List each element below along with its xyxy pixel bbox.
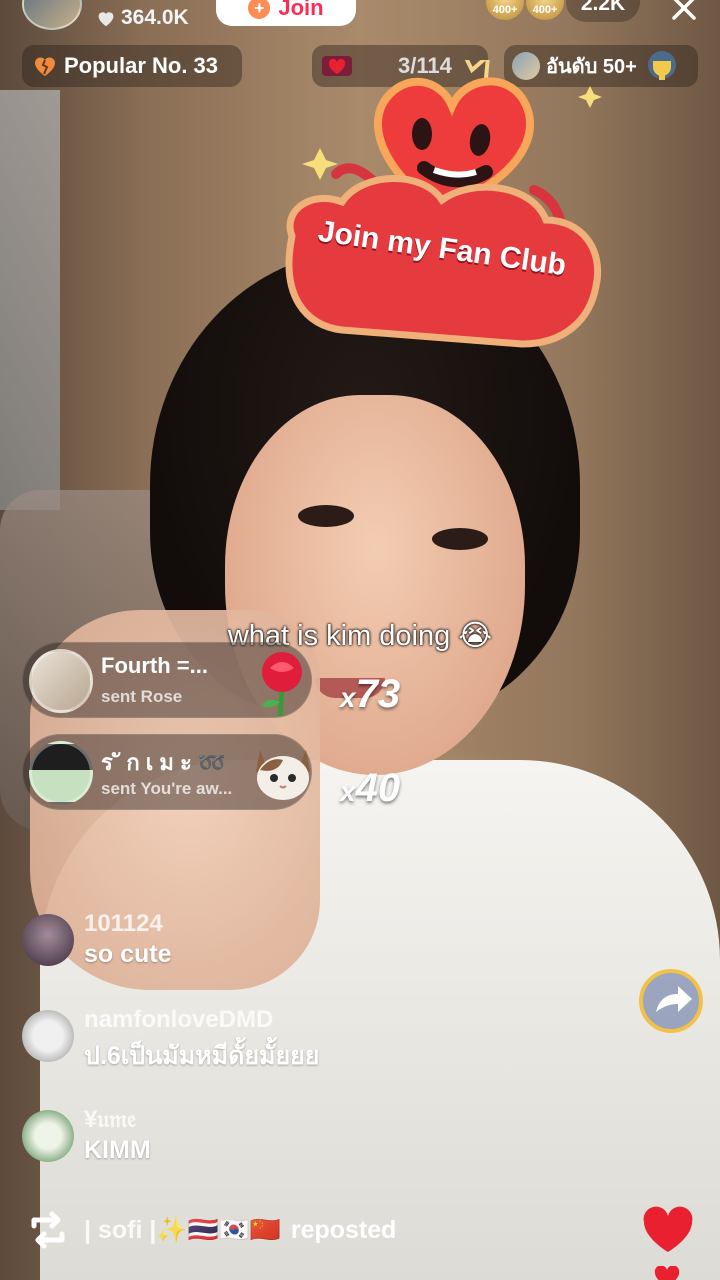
- repost-notice: | sofi |✨🇹🇭🇰🇷🇨🇳 reposted: [22, 1204, 396, 1256]
- close-icon[interactable]: [666, 0, 702, 26]
- likes-count: 364.0K: [121, 6, 189, 29]
- trophy-icon: [647, 51, 676, 80]
- live-stream-view: 364.0K + Join 400+ 400+ 2.2K Popular No.…: [0, 0, 720, 1280]
- top-gifter-badges[interactable]: 400+ 400+: [486, 0, 566, 20]
- chat-comment[interactable]: namfonloveDMD ป.6เป็นมัมหมีดั้ยมั้ยยย: [22, 1006, 442, 1070]
- popular-rank-pill[interactable]: Popular No. 33: [22, 45, 242, 87]
- commenter-name: 101124: [84, 910, 163, 937]
- gift-text: sent You're aw...: [101, 779, 233, 798]
- join-label: Join: [278, 0, 324, 20]
- cat-icon: [256, 750, 310, 800]
- commenter-avatar[interactable]: [22, 1010, 74, 1062]
- gifter-name: Fourth =...: [101, 653, 208, 678]
- repost-action: reposted: [290, 1215, 397, 1244]
- background-window: [0, 90, 60, 510]
- reposter-name: | sofi |✨🇹🇭🇰🇷🇨🇳: [84, 1215, 281, 1244]
- share-icon[interactable]: [636, 968, 706, 1034]
- coin-badge: 400+: [526, 0, 564, 20]
- commenter-avatar[interactable]: [22, 1110, 74, 1162]
- gifter-name: ร ั ก เ ม ะ ➿: [101, 750, 226, 775]
- streamer-eye-left: [298, 505, 354, 527]
- commenter-name: namfonloveDMD: [84, 1006, 274, 1033]
- gift-combo: x40: [340, 766, 401, 810]
- coin-badge: 400+: [486, 0, 524, 20]
- gift-combo: x73: [340, 672, 401, 716]
- repost-icon[interactable]: [22, 1204, 74, 1256]
- popular-label: Popular No. 33: [64, 53, 219, 78]
- join-button[interactable]: + Join: [216, 0, 356, 26]
- viewer-count[interactable]: 2.2K: [566, 0, 640, 22]
- commenter-name: ¥𝔲𝔪𝔢: [84, 1106, 137, 1133]
- comment-text: KIMM: [84, 1136, 151, 1164]
- streamer-eye-right: [432, 528, 488, 550]
- gift-text: sent Rose: [101, 687, 183, 706]
- heart-icon: [98, 12, 114, 27]
- broken-heart-icon: [34, 57, 56, 76]
- chat-comment[interactable]: ¥𝔲𝔪𝔢 KIMM: [22, 1106, 442, 1166]
- fan-club-heart-graphic: [285, 49, 602, 348]
- plus-icon: +: [248, 0, 271, 19]
- top-bar: 364.0K + Join 400+ 400+ 2.2K: [0, 0, 720, 40]
- host-likes: 364.0K: [96, 6, 189, 30]
- rose-icon: [262, 652, 302, 717]
- gifter-avatar: [29, 649, 93, 713]
- comment-text: ป.6เป็นมัมหมีดั้ยมั้ยยย: [84, 1042, 320, 1070]
- chat-comment[interactable]: 101124 so cute: [22, 910, 442, 970]
- comment-text: so cute: [84, 940, 172, 968]
- commenter-avatar[interactable]: [22, 914, 74, 966]
- like-heart-icon: [654, 1266, 680, 1280]
- gifter-avatar: [29, 741, 93, 805]
- fan-club-sticker[interactable]: Join my Fan Club: [272, 49, 608, 360]
- host-avatar[interactable]: [22, 0, 82, 30]
- like-heart-icon[interactable]: [642, 1206, 694, 1254]
